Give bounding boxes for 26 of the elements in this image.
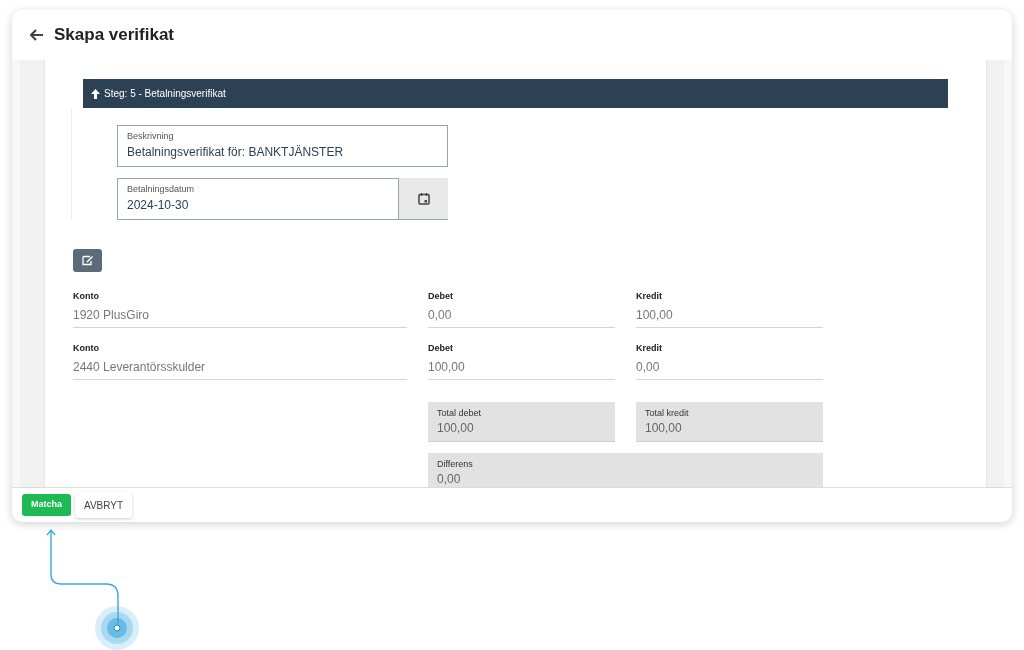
window-title: Skapa verifikat (54, 24, 174, 47)
match-button[interactable]: Matcha (22, 494, 71, 516)
field-label: Konto (73, 290, 100, 302)
calendar-button[interactable] (399, 178, 448, 220)
description-field[interactable]: Beskrivning Betalningsverifikat för: BANKTJÄNSTER (117, 125, 448, 167)
input-field[interactable]: 100,00 (636, 306, 823, 328)
input-field[interactable]: 0,00 (428, 306, 615, 328)
cancel-button[interactable]: AVBRYT (75, 492, 133, 518)
calendar-icon (417, 192, 430, 205)
step-header[interactable]: Steg: 5 - Betalningsverifikat (83, 79, 948, 108)
edit-icon (81, 255, 94, 266)
total-field: Differens 0,00 (428, 453, 823, 487)
edit-button[interactable] (73, 249, 102, 272)
total-field: Total debet 100,00 (428, 402, 615, 442)
date-field[interactable]: Betalningsdatum 2024-10-30 (117, 178, 399, 220)
field-label: Debet (428, 342, 454, 354)
field-label: Kredit (636, 342, 663, 354)
back-arrow-icon[interactable] (30, 29, 44, 41)
field-label: Kredit (636, 290, 663, 302)
input-field[interactable]: 1920 PlusGiro (73, 306, 407, 328)
field-label: Konto (73, 342, 100, 354)
input-field[interactable]: 0,00 (636, 358, 823, 380)
field-label: Debet (428, 290, 454, 302)
input-field[interactable]: 2440 Leverantörsskulder (73, 358, 407, 380)
total-field: Total kredit 100,00 (636, 402, 823, 442)
input-field[interactable]: 100,00 (428, 358, 615, 380)
